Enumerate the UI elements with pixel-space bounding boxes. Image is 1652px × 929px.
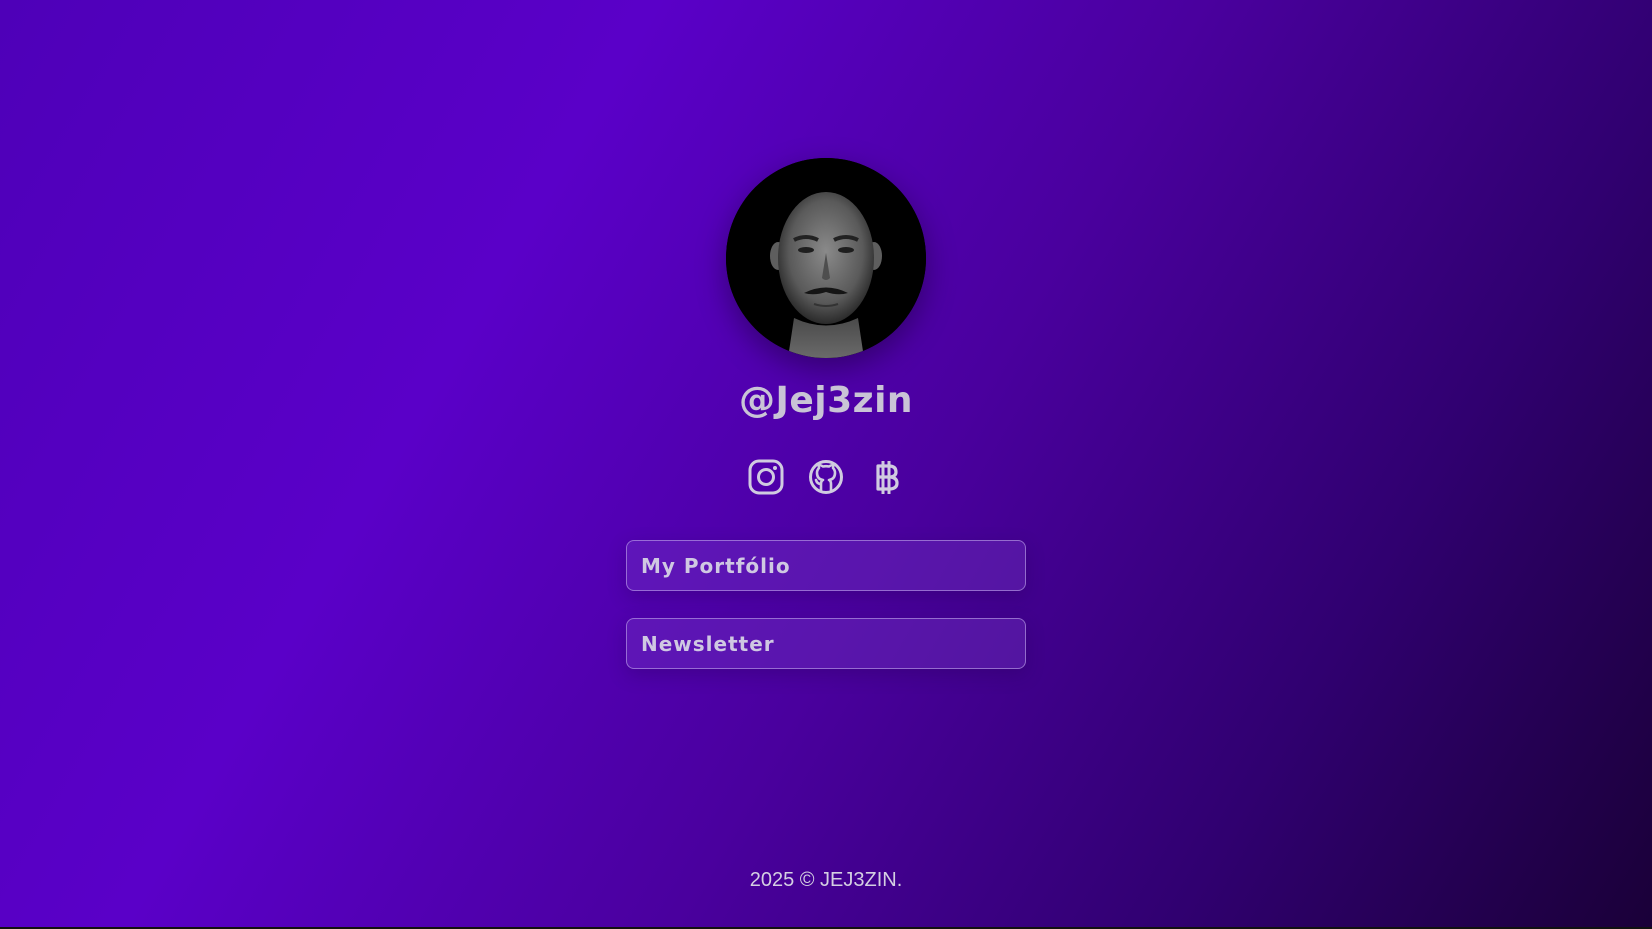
- newsletter-button[interactable]: Newsletter: [626, 618, 1026, 669]
- bitcoin-link[interactable]: [868, 458, 904, 496]
- footer-copyright: 2025 © JEJ3ZIN.: [749, 869, 903, 891]
- instagram-icon: [748, 459, 784, 495]
- github-link[interactable]: [808, 458, 844, 496]
- avatar: [726, 158, 926, 358]
- instagram-link[interactable]: [748, 458, 784, 496]
- profile-handle: @Jej3zin: [738, 380, 914, 421]
- social-links: [0, 458, 1652, 496]
- baht-icon: [876, 461, 899, 494]
- avatar-portrait: [726, 158, 926, 358]
- github-icon: [809, 460, 843, 494]
- page-container: @Jej3zin My Portfólio Newsletter 2025 © …: [0, 0, 1652, 929]
- portfolio-button[interactable]: My Portfólio: [626, 540, 1026, 591]
